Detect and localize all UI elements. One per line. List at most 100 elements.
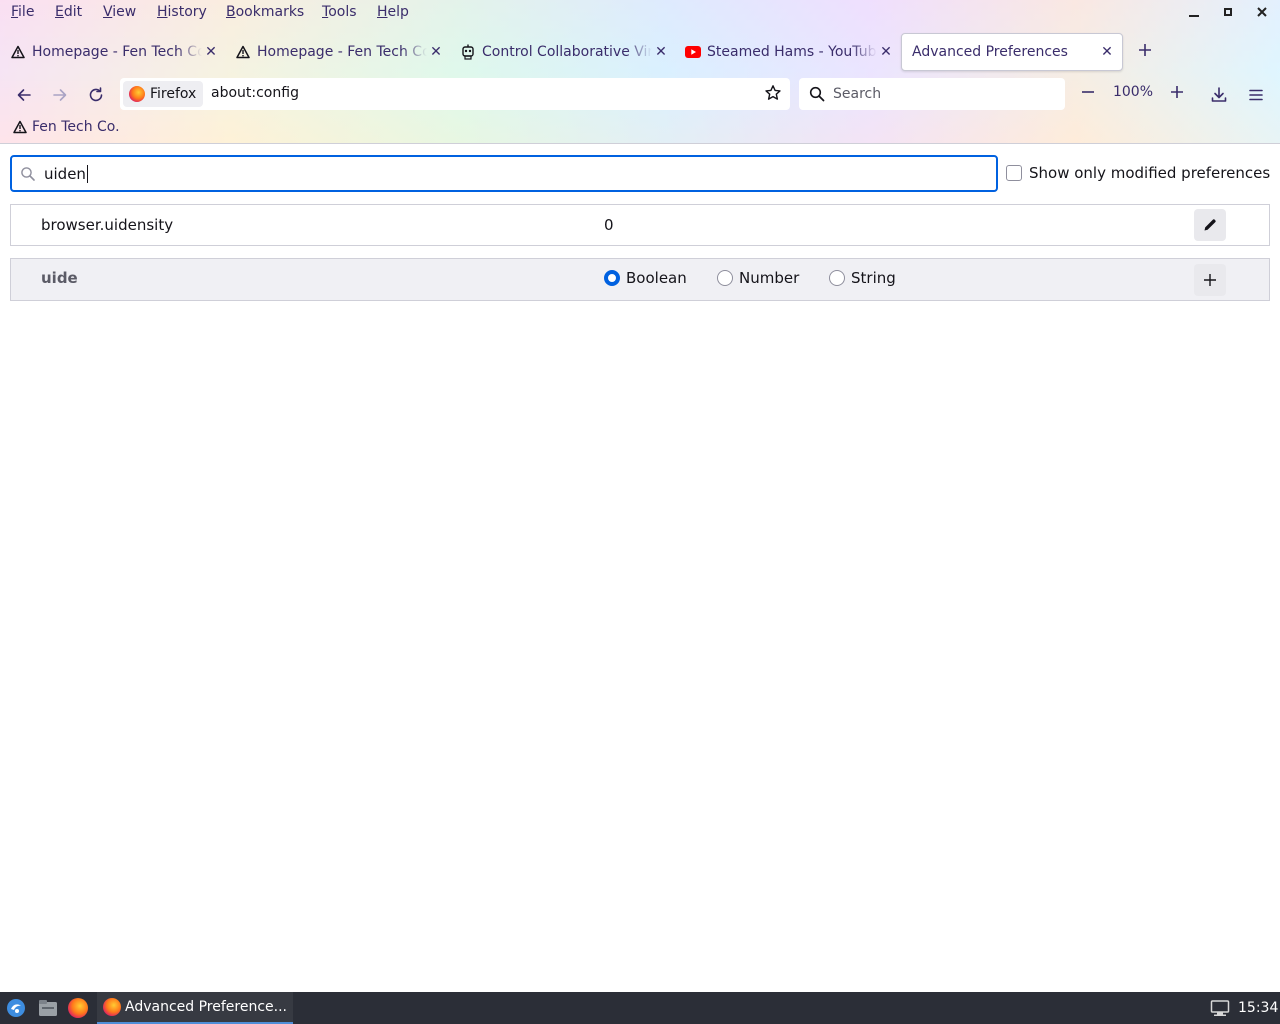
firefox-logo-icon (129, 86, 145, 102)
warning-triangle-icon (10, 44, 26, 60)
pencil-icon (1204, 219, 1216, 231)
menubar: File Edit View History Bookmarks Tools H… (0, 0, 1280, 27)
show-modified-toggle[interactable]: Show only modified preferences (1006, 164, 1270, 182)
new-pref-name: uide (41, 269, 78, 287)
boolean-label: Boolean (626, 269, 687, 287)
edit-pref-button[interactable] (1194, 209, 1226, 241)
app-menu-button[interactable] (1245, 84, 1267, 106)
tab-homepage-1[interactable]: Homepage - Fen Tech Co. ✕ (0, 33, 218, 71)
menu-edit[interactable]: Edit (55, 4, 82, 20)
minus-icon (1082, 91, 1094, 93)
show-modified-checkbox[interactable] (1006, 165, 1022, 181)
menu-bookmarks[interactable]: Bookmarks (226, 4, 304, 20)
firefox-logo-icon (68, 998, 88, 1018)
file-manager-launcher[interactable] (37, 997, 59, 1019)
start-menu-button[interactable] (5, 997, 27, 1019)
plus-icon (1204, 274, 1216, 286)
tab-close-icon[interactable]: ✕ (204, 44, 218, 60)
plus-icon (1139, 44, 1151, 56)
pref-row: browser.uidensity 0 (10, 204, 1270, 246)
tab-close-icon[interactable]: ✕ (1100, 44, 1114, 60)
browser-chrome: File Edit View History Bookmarks Tools H… (0, 0, 1280, 144)
hamburger-menu-icon (1249, 89, 1263, 101)
network-icon[interactable] (1210, 999, 1230, 1017)
url-bar[interactable]: Firefox about:config (120, 78, 790, 110)
tab-advanced-preferences[interactable]: Advanced Preferences ✕ (901, 33, 1123, 71)
minimize-icon (1189, 15, 1199, 17)
tab-close-icon[interactable]: ✕ (654, 44, 668, 60)
reload-button[interactable] (85, 84, 107, 106)
arrow-left-icon (17, 89, 31, 101)
menu-history[interactable]: History (157, 4, 207, 20)
menu-view[interactable]: View (103, 4, 136, 20)
menu-file[interactable]: File (11, 4, 34, 20)
pref-search-input[interactable]: uiden (10, 155, 998, 192)
pref-search-value: uiden (44, 164, 86, 183)
taskbar-window-firefox[interactable]: Advanced Preference... (97, 992, 293, 1024)
tab-title: Homepage - Fen Tech Co. (32, 44, 202, 60)
bookmark-fen-tech[interactable]: Fen Tech Co. (12, 119, 120, 135)
robot-icon (460, 44, 476, 60)
bookmark-label: Fen Tech Co. (32, 119, 120, 135)
tab-homepage-2[interactable]: Homepage - Fen Tech Co. ✕ (225, 33, 443, 71)
star-icon[interactable] (764, 84, 782, 102)
pref-value: 0 (604, 216, 614, 234)
start-menu-icon (7, 999, 25, 1017)
arrow-right-icon (53, 89, 67, 101)
maximize-icon (1224, 8, 1232, 16)
back-button[interactable] (13, 84, 35, 106)
zoom-in-button[interactable] (1167, 83, 1187, 103)
zoom-reset-button[interactable]: 100% (1108, 84, 1158, 100)
tab-steamed-hams[interactable]: Steamed Hams - YouTube ✕ (675, 33, 893, 71)
youtube-icon (685, 44, 701, 60)
number-label: Number (739, 269, 800, 287)
tab-title: Steamed Hams - YouTube (707, 44, 877, 60)
tab-close-icon[interactable]: ✕ (879, 44, 893, 60)
tab-title: Homepage - Fen Tech Co. (257, 44, 427, 60)
warning-triangle-icon (235, 44, 251, 60)
type-string-option[interactable]: String (829, 269, 896, 287)
type-boolean-option[interactable]: Boolean (604, 269, 687, 287)
firefox-launcher[interactable] (67, 997, 89, 1019)
download-icon (1211, 87, 1227, 102)
close-window-button[interactable] (1252, 4, 1272, 24)
zoom-out-button[interactable] (1078, 83, 1098, 103)
clock: 15:34 (1238, 1000, 1279, 1016)
url-text[interactable]: about:config (211, 85, 299, 101)
type-number-option[interactable]: Number (717, 269, 799, 287)
show-modified-label: Show only modified preferences (1029, 164, 1271, 182)
tab-control-collaborative[interactable]: Control Collaborative Virtual ✕ (450, 33, 668, 71)
downloads-button[interactable] (1208, 84, 1230, 106)
new-pref-row: uide Boolean Number String (10, 258, 1270, 301)
close-icon (1257, 7, 1267, 17)
identity-button[interactable]: Firefox (123, 81, 203, 107)
warning-triangle-icon (12, 119, 28, 135)
text-caret (86, 164, 88, 183)
string-label: String (851, 269, 896, 287)
new-tab-button[interactable] (1136, 42, 1154, 60)
tab-title: Advanced Preferences (912, 44, 1068, 60)
boolean-radio[interactable] (604, 270, 620, 286)
string-radio[interactable] (829, 270, 845, 286)
search-icon (809, 86, 825, 102)
menu-help[interactable]: Help (377, 4, 409, 20)
taskbar-window-label: Advanced Preference... (125, 999, 287, 1015)
menu-tools[interactable]: Tools (322, 4, 357, 20)
forward-button[interactable] (49, 84, 71, 106)
maximize-button[interactable] (1218, 4, 1238, 24)
firefox-logo-icon (103, 998, 121, 1016)
reload-icon (89, 87, 103, 102)
add-pref-button[interactable] (1194, 264, 1226, 296)
search-icon (21, 166, 35, 181)
plus-icon (1171, 86, 1183, 98)
search-bar[interactable]: Search (799, 78, 1065, 110)
tab-close-icon[interactable]: ✕ (429, 44, 443, 60)
search-placeholder: Search (833, 86, 882, 102)
minimize-button[interactable] (1184, 4, 1204, 24)
pref-name: browser.uidensity (41, 216, 174, 234)
number-radio[interactable] (717, 270, 733, 286)
taskbar: Advanced Preference... 15:34 (0, 992, 1280, 1024)
folder-icon (39, 1000, 57, 1016)
identity-label: Firefox (150, 86, 197, 102)
tab-title: Control Collaborative Virtual (482, 44, 652, 60)
